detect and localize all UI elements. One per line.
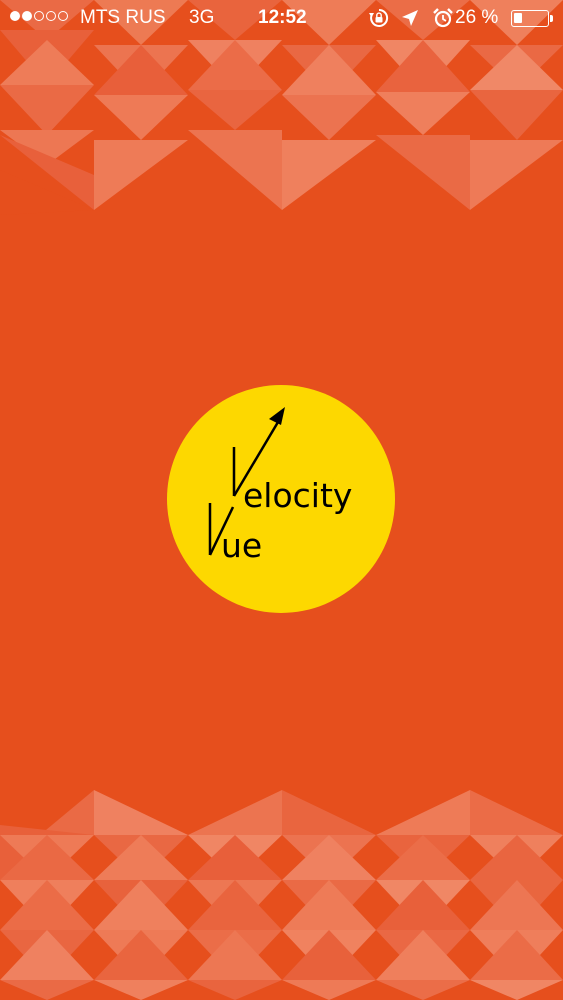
- signal-dot: [46, 11, 56, 21]
- status-bar: MTS RUS 3G 12:52 26 %: [0, 0, 563, 36]
- carrier-name: MTS RUS: [80, 7, 166, 28]
- signal-dot: [22, 11, 32, 21]
- logo-word-ue: ue: [221, 526, 263, 565]
- network-type: 3G: [189, 7, 215, 28]
- status-icons: [368, 6, 454, 30]
- velocity-vue-logo: elocity ue: [166, 385, 398, 615]
- battery-percent: 26 %: [455, 7, 499, 28]
- splash-screen: MTS RUS 3G 12:52 26 % elocity ue: [0, 0, 563, 1000]
- battery-tip: [550, 15, 553, 22]
- logo-word-elocity: elocity: [243, 476, 353, 515]
- rotation-lock-icon: [369, 8, 389, 27]
- signal-dot: [58, 11, 68, 21]
- bottom-triangle-pattern: [0, 785, 563, 1000]
- signal-dot: [34, 11, 44, 21]
- location-arrow-icon: [402, 10, 418, 26]
- alarm-icon: [433, 8, 453, 28]
- battery-level-fill: [514, 13, 522, 23]
- signal-strength-icon: [10, 11, 68, 21]
- signal-dot: [10, 11, 20, 21]
- battery-icon: [511, 10, 549, 27]
- status-time: 12:52: [258, 7, 307, 28]
